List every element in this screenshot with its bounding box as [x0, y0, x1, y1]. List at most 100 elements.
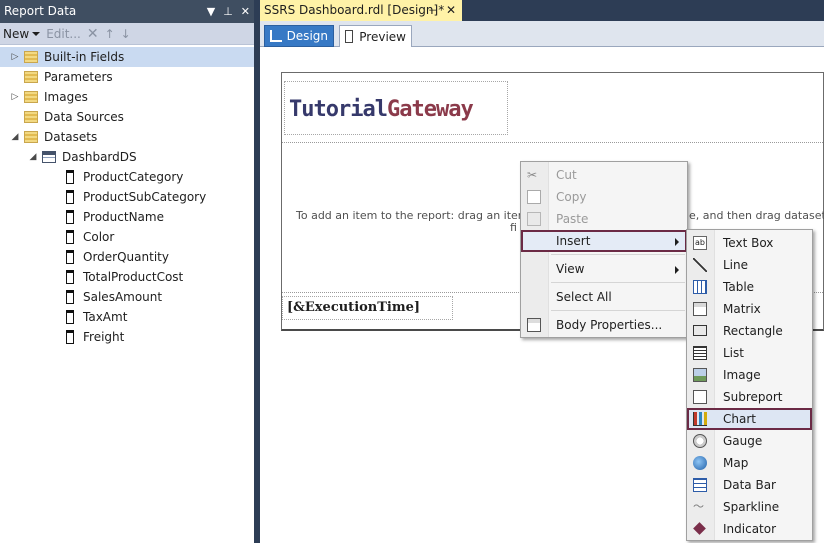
tree-item-datasets[interactable]: ◢ Datasets: [10, 127, 98, 147]
tree-item-built-in-fields[interactable]: ▷ Built-in Fields: [0, 47, 254, 67]
panel-title: Report Data: [4, 4, 77, 18]
indicator-icon: [693, 522, 706, 535]
submenu-item-subreport[interactable]: Subreport: [687, 386, 812, 408]
matrix-icon: [693, 302, 707, 316]
pin-icon[interactable]: ⊣: [428, 0, 438, 21]
move-down-icon[interactable]: ↓: [118, 24, 134, 44]
field-icon: [66, 210, 74, 224]
list-icon: [693, 346, 707, 360]
submenu-item-table[interactable]: Table: [687, 276, 812, 298]
menu-item-copy[interactable]: Copy: [521, 186, 687, 208]
field-item[interactable]: ProductName: [66, 207, 164, 227]
sparkline-icon: 〜: [693, 500, 704, 513]
page-header[interactable]: TutorialGateway: [282, 73, 823, 143]
submenu-arrow-icon: [675, 266, 679, 274]
delete-icon[interactable]: ✕: [84, 24, 102, 44]
document-tab[interactable]: SSRS Dashboard.rdl [Design]* ⊣ ✕: [260, 0, 462, 21]
submenu-arrow-icon: [675, 238, 679, 246]
submenu-item-line[interactable]: Line: [687, 254, 812, 276]
field-item[interactable]: Color: [66, 227, 114, 247]
menu-separator: [551, 282, 685, 283]
field-icon: [66, 270, 74, 284]
body-hint-text-line2: fi: [510, 221, 517, 234]
new-button[interactable]: New: [0, 24, 43, 44]
submenu-item-indicator[interactable]: Indicator: [687, 518, 812, 540]
tree-item-images[interactable]: ▷ Images: [10, 87, 88, 107]
tab-preview[interactable]: Preview: [339, 25, 412, 47]
image-icon: [693, 368, 707, 382]
menu-item-view[interactable]: View: [521, 258, 687, 280]
folder-icon: [24, 71, 38, 83]
subreport-icon: [693, 390, 707, 404]
field-item[interactable]: ProductCategory: [66, 167, 183, 187]
submenu-item-gauge[interactable]: Gauge: [687, 430, 812, 452]
expand-icon[interactable]: ▷: [10, 92, 20, 102]
collapse-icon[interactable]: ◢: [28, 152, 38, 162]
execution-time-textbox[interactable]: [&ExecutionTime]: [282, 296, 453, 320]
tab-design[interactable]: Design: [264, 25, 334, 47]
tree-item-data-sources[interactable]: Data Sources: [10, 107, 124, 127]
document-tab-bar: SSRS Dashboard.rdl [Design]* ⊣ ✕: [260, 0, 824, 21]
report-data-panel: Report Data ▼ ⊥ ✕ New Edit... ✕ ↑ ↓ ▷ Bu…: [0, 0, 254, 543]
folder-icon: [24, 111, 38, 123]
close-tab-icon[interactable]: ✕: [446, 0, 456, 21]
field-item[interactable]: ProductSubCategory: [66, 187, 206, 207]
submenu-item-image[interactable]: Image: [687, 364, 812, 386]
tree-item-dataset[interactable]: ◢ DashbardDS: [28, 147, 137, 167]
submenu-item-rectangle[interactable]: Rectangle: [687, 320, 812, 342]
logo-image-box[interactable]: TutorialGateway: [284, 81, 508, 135]
field-icon: [66, 290, 74, 304]
submenu-item-chart[interactable]: Chart: [687, 408, 812, 430]
tree-item-parameters[interactable]: Parameters: [10, 67, 113, 87]
field-item[interactable]: TaxAmt: [66, 307, 127, 327]
field-icon: [66, 330, 74, 344]
text-box-icon: ab: [693, 236, 707, 250]
submenu-item-data-bar[interactable]: Data Bar: [687, 474, 812, 496]
edit-button[interactable]: Edit...: [43, 24, 84, 44]
close-icon[interactable]: ✕: [241, 0, 250, 23]
context-menu: ✂ Cut Copy Paste Insert View Select All …: [520, 161, 688, 338]
field-item[interactable]: OrderQuantity: [66, 247, 169, 267]
properties-icon: [527, 318, 541, 332]
logo: TutorialGateway: [289, 97, 474, 122]
preview-icon: [345, 30, 354, 43]
pin-icon[interactable]: ⊥: [223, 0, 233, 23]
submenu-item-sparkline[interactable]: 〜 Sparkline: [687, 496, 812, 518]
execution-time-expression: [&ExecutionTime]: [287, 300, 421, 315]
submenu-item-matrix[interactable]: Matrix: [687, 298, 812, 320]
field-item[interactable]: Freight: [66, 327, 124, 347]
submenu-item-map[interactable]: Map: [687, 452, 812, 474]
field-icon: [66, 190, 74, 204]
paste-icon: [527, 212, 541, 226]
globe-icon: [693, 456, 707, 470]
move-up-icon[interactable]: ↑: [102, 24, 118, 44]
design-icon: [270, 30, 282, 42]
folder-icon: [24, 91, 38, 103]
chart-icon: [693, 412, 707, 426]
field-item[interactable]: SalesAmount: [66, 287, 162, 307]
menu-separator: [551, 254, 685, 255]
field-item[interactable]: TotalProductCost: [66, 267, 183, 287]
submenu-item-text-box[interactable]: ab Text Box: [687, 232, 812, 254]
menu-item-select-all[interactable]: Select All: [521, 286, 687, 308]
dataset-icon: [42, 151, 56, 163]
line-icon: [693, 258, 707, 272]
expand-icon[interactable]: ▷: [10, 52, 20, 62]
copy-icon: [527, 190, 541, 204]
data-bar-icon: [693, 478, 707, 492]
menu-item-paste[interactable]: Paste: [521, 208, 687, 230]
collapse-icon[interactable]: ◢: [10, 132, 20, 142]
folder-icon: [24, 51, 38, 63]
cut-icon: ✂: [527, 168, 538, 182]
menu-item-cut[interactable]: ✂ Cut: [521, 164, 687, 186]
field-icon: [66, 230, 74, 244]
insert-submenu: ab Text Box Line Table Matrix Rectangle …: [686, 229, 813, 541]
menu-item-insert[interactable]: Insert: [521, 230, 687, 252]
submenu-item-list[interactable]: List: [687, 342, 812, 364]
field-icon: [66, 250, 74, 264]
menu-item-body-properties[interactable]: Body Properties...: [521, 314, 687, 336]
gauge-icon: [693, 434, 707, 448]
field-icon: [66, 170, 74, 184]
table-icon: [693, 280, 707, 294]
panel-dropdown-icon[interactable]: ▼: [207, 0, 215, 23]
